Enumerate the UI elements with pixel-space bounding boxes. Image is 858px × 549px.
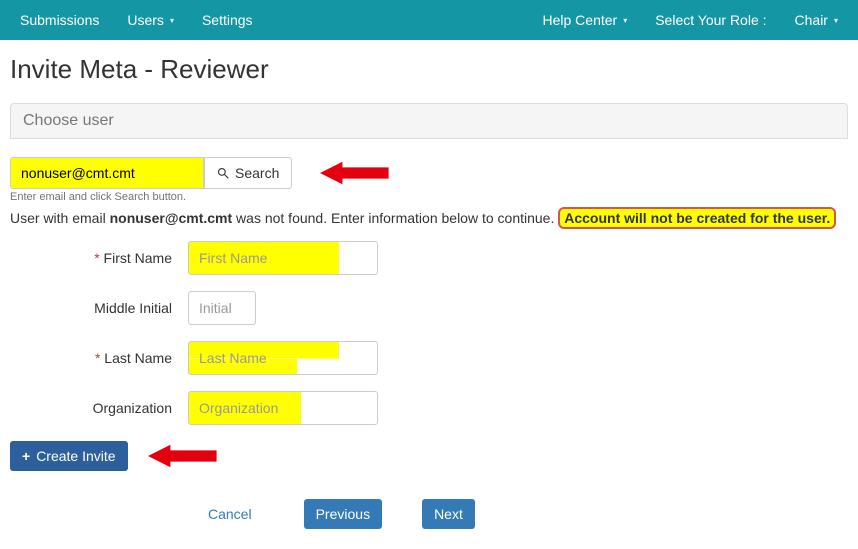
page-title: Invite Meta - Reviewer: [10, 54, 858, 85]
middle-initial-label-text: Middle Initial: [94, 300, 172, 316]
search-email-input[interactable]: [10, 157, 204, 189]
role-value-text: Chair: [795, 12, 828, 28]
account-not-created-callout: Account will not be created for the user…: [558, 207, 836, 229]
role-label-text: Select Your Role :: [655, 12, 766, 28]
choose-user-panel-heading: Choose user: [10, 103, 848, 139]
middle-initial-input[interactable]: [188, 291, 256, 325]
organization-label-text: Organization: [93, 400, 172, 416]
previous-button[interactable]: Previous: [304, 499, 382, 529]
top-navbar: Submissions Users ▾ Settings Help Center…: [0, 0, 858, 40]
nav-help-center[interactable]: Help Center ▾: [529, 2, 642, 38]
last-name-label: * Last Name: [0, 350, 188, 366]
search-help-text: Enter email and click Search button.: [10, 191, 848, 203]
required-asterisk-icon: *: [94, 250, 99, 266]
previous-label: Previous: [316, 506, 370, 522]
not-found-prefix: User with email: [10, 210, 110, 226]
user-not-found-message: User with email nonuser@cmt.cmt was not …: [10, 207, 848, 229]
nav-submissions[interactable]: Submissions: [6, 2, 113, 38]
search-icon: [217, 167, 229, 179]
required-asterisk-icon: *: [95, 350, 100, 366]
nav-help-center-label: Help Center: [543, 12, 618, 28]
nav-role-selector[interactable]: Chair ▾: [781, 2, 852, 38]
plus-icon: +: [22, 448, 30, 464]
first-name-label: * First Name: [0, 250, 188, 266]
create-invite-button[interactable]: + Create Invite: [10, 441, 128, 471]
wizard-footer: Cancel Previous Next: [196, 499, 858, 529]
nav-users-label: Users: [127, 12, 164, 28]
caret-down-icon: ▾: [170, 16, 174, 25]
last-name-input[interactable]: [188, 341, 378, 375]
middle-initial-label: Middle Initial: [0, 300, 188, 316]
next-label: Next: [434, 506, 463, 522]
organization-label: Organization: [0, 400, 188, 416]
search-button[interactable]: Search: [204, 157, 292, 189]
cancel-label: Cancel: [208, 506, 252, 522]
first-name-label-text: First Name: [104, 250, 172, 266]
annotation-arrow-icon: [148, 441, 218, 471]
next-button[interactable]: Next: [422, 499, 475, 529]
caret-down-icon: ▾: [623, 16, 627, 25]
organization-input[interactable]: [188, 391, 378, 425]
create-invite-label: Create Invite: [36, 448, 115, 464]
nav-users[interactable]: Users ▾: [113, 2, 188, 38]
nav-settings-label: Settings: [202, 12, 253, 28]
cancel-button[interactable]: Cancel: [196, 499, 264, 529]
not-found-suffix: was not found. Enter information below t…: [232, 210, 558, 226]
caret-down-icon: ▾: [834, 16, 838, 25]
nav-submissions-label: Submissions: [20, 12, 99, 28]
not-found-email: nonuser@cmt.cmt: [110, 210, 233, 226]
annotation-arrow-icon: [320, 158, 390, 188]
nav-settings[interactable]: Settings: [188, 2, 267, 38]
first-name-input[interactable]: [188, 241, 378, 275]
last-name-label-text: Last Name: [104, 350, 172, 366]
nav-role-label: Select Your Role :: [641, 2, 780, 38]
search-button-label: Search: [235, 165, 279, 181]
